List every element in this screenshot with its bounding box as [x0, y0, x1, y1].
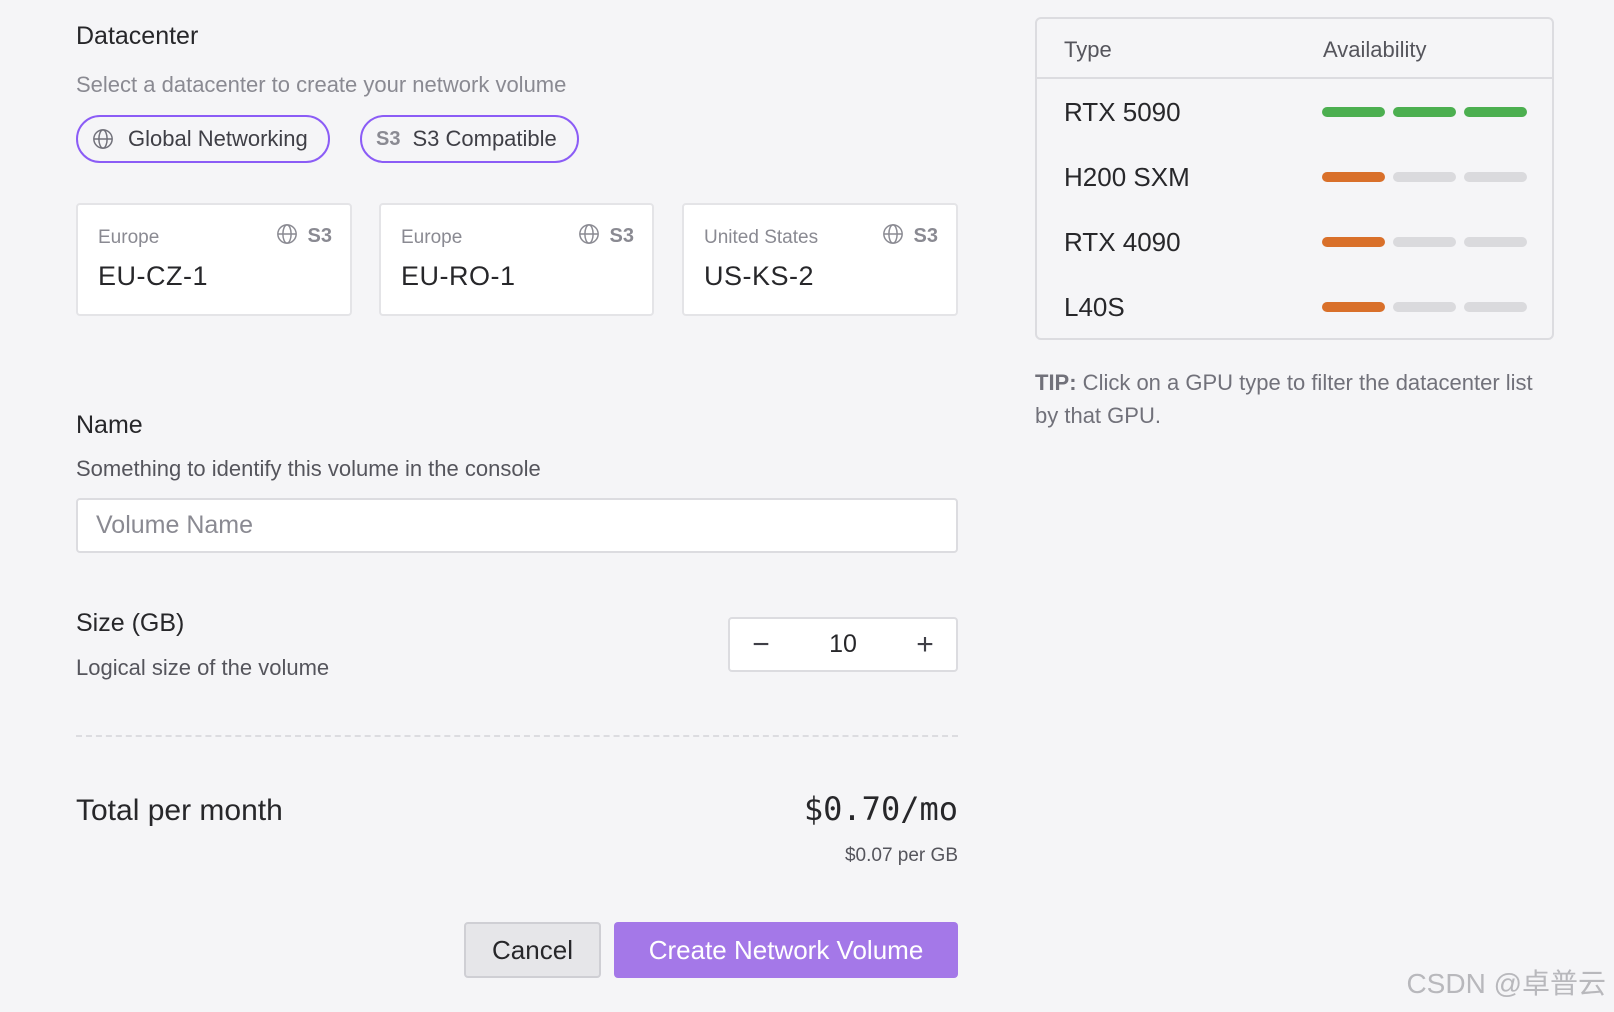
- availability-bars: [1322, 172, 1527, 182]
- availability-bar: [1464, 302, 1527, 312]
- gpu-name: H200 SXM: [1064, 162, 1190, 192]
- size-value[interactable]: 10: [829, 630, 857, 659]
- cancel-button[interactable]: Cancel: [464, 922, 601, 978]
- tip-label: TIP:: [1035, 370, 1077, 395]
- globe-icon: [578, 223, 600, 250]
- size-title: Size (GB): [76, 609, 185, 637]
- availability-bars: [1322, 107, 1527, 117]
- size-stepper: − 10 +: [728, 617, 958, 672]
- availability-bar: [1393, 302, 1456, 312]
- gpu-row-rtx-4090[interactable]: RTX 4090: [1037, 209, 1552, 274]
- datacenter-card-eu-cz-1[interactable]: Europe S3 EU-CZ-1: [76, 203, 352, 316]
- filter-s3-compatible[interactable]: S3 S3 Compatible: [360, 115, 579, 163]
- gpu-rows: RTX 5090 H200 SXM RTX 4090 L40S: [1037, 79, 1552, 338]
- name-title: Name: [76, 411, 143, 439]
- availability-bar: [1464, 107, 1527, 117]
- globe-icon: [882, 223, 904, 250]
- header-type: Type: [1064, 37, 1112, 62]
- volume-name-input[interactable]: [76, 498, 958, 553]
- datacenter-code: US-KS-2: [704, 261, 815, 291]
- total-label: Total per month: [76, 794, 283, 827]
- gpu-name: RTX 5090: [1064, 97, 1181, 127]
- datacenter-region: Europe: [98, 227, 160, 248]
- size-subtitle: Logical size of the volume: [76, 655, 330, 680]
- divider: [76, 735, 958, 737]
- datacenter-subtitle: Select a datacenter to create your netwo…: [76, 72, 567, 97]
- datacenter-code: EU-RO-1: [401, 261, 516, 291]
- gpu-name: RTX 4090: [1064, 227, 1181, 257]
- availability-bar: [1464, 237, 1527, 247]
- availability-bar: [1393, 107, 1456, 117]
- filter-label: Global Networking: [128, 126, 308, 151]
- gpu-row-l40s[interactable]: L40S: [1037, 274, 1552, 338]
- availability-bar: [1322, 237, 1385, 247]
- availability-bars: [1322, 237, 1527, 247]
- availability-bar: [1322, 302, 1385, 312]
- gpu-row-h200-sxm[interactable]: H200 SXM: [1037, 144, 1552, 209]
- filter-global-networking[interactable]: Global Networking: [76, 115, 330, 163]
- filter-label: S3 Compatible: [412, 126, 557, 151]
- datacenter-title: Datacenter: [76, 22, 199, 50]
- availability-bars: [1322, 302, 1527, 312]
- tip-text: TIP: Click on a GPU type to filter the d…: [1035, 366, 1555, 432]
- s3-badge: S3: [307, 225, 332, 247]
- create-network-volume-page: Datacenter Select a datacenter to create…: [0, 0, 1614, 1012]
- price-per-gb: $0.07 per GB: [844, 845, 958, 866]
- availability-bar: [1464, 172, 1527, 182]
- s3-badge: S3: [609, 225, 634, 247]
- availability-bar: [1322, 172, 1385, 182]
- increment-button[interactable]: +: [894, 619, 956, 670]
- datacenter-region: United States: [704, 227, 819, 248]
- tip-body: Click on a GPU type to filter the datace…: [1035, 370, 1533, 428]
- globe-icon: [92, 128, 114, 150]
- availability-bar: [1322, 107, 1385, 117]
- datacenter-card-us-ks-2[interactable]: United States S3 US-KS-2: [682, 203, 958, 316]
- gpu-name: L40S: [1064, 292, 1125, 322]
- s3-badge: S3: [913, 225, 938, 247]
- datacenter-code: EU-CZ-1: [98, 261, 208, 291]
- watermark: CSDN @卓普云: [1406, 968, 1606, 999]
- header-availability: Availability: [1323, 37, 1427, 62]
- table-header: Type Availability: [1037, 19, 1552, 79]
- gpu-availability-table: Type Availability RTX 5090 H200 SXM RTX …: [1035, 17, 1554, 340]
- name-subtitle: Something to identify this volume in the…: [76, 456, 541, 481]
- globe-icon: [276, 223, 298, 250]
- create-network-volume-button[interactable]: Create Network Volume: [614, 922, 958, 978]
- availability-bar: [1393, 172, 1456, 182]
- availability-bar: [1393, 237, 1456, 247]
- datacenter-region: Europe: [401, 227, 463, 248]
- decrement-button[interactable]: −: [730, 619, 792, 670]
- total-value: $0.70/mo: [803, 790, 958, 828]
- datacenter-card-eu-ro-1[interactable]: Europe S3 EU-RO-1: [379, 203, 654, 316]
- s3-icon: S3: [376, 127, 401, 150]
- gpu-row-rtx-5090[interactable]: RTX 5090: [1037, 79, 1552, 144]
